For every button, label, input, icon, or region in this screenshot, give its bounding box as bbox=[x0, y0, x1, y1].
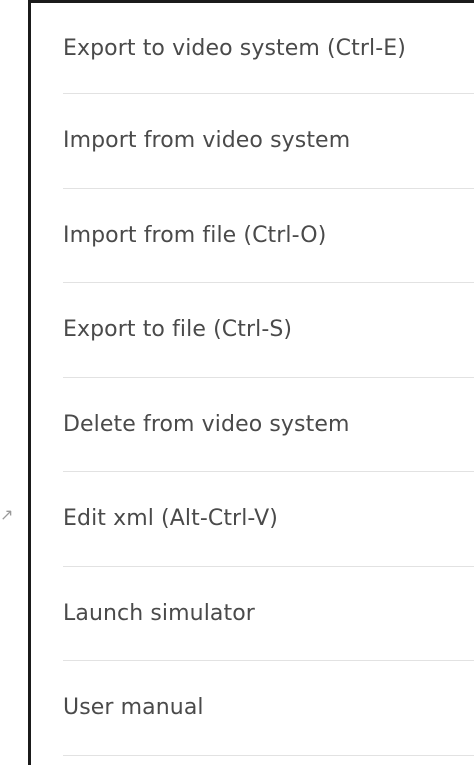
menu-item-label: Export to file (Ctrl-S) bbox=[63, 317, 293, 343]
menu-item-export-to-file[interactable]: Export to file (Ctrl-S) bbox=[63, 283, 474, 378]
menu-item-export-to-video-system[interactable]: Export to video system (Ctrl-E) bbox=[63, 3, 474, 94]
menu-item-label: User manual bbox=[63, 695, 204, 721]
menu-item-import-from-file[interactable]: Import from file (Ctrl-O) bbox=[63, 189, 474, 283]
menu-item-launch-simulator[interactable]: Launch simulator bbox=[63, 567, 474, 661]
pointer-cursor-icon: ↗ bbox=[0, 505, 14, 524]
menu-item-label: Import from file (Ctrl-O) bbox=[63, 222, 327, 248]
menu-item-label: Edit xml (Alt-Ctrl-V) bbox=[63, 506, 278, 532]
menu-item-label: Import from video system bbox=[63, 128, 351, 154]
dropdown-menu: Export to video system (Ctrl-E) Import f… bbox=[28, 0, 474, 765]
menu-item-delete-from-video-system[interactable]: Delete from video system bbox=[63, 378, 474, 472]
menu-item-label: Launch simulator bbox=[63, 600, 255, 626]
menu-item-edit-xml[interactable]: Edit xml (Alt-Ctrl-V) bbox=[63, 472, 474, 567]
menu-item-label: Delete from video system bbox=[63, 411, 350, 437]
menu-item-import-from-video-system[interactable]: Import from video system bbox=[63, 94, 474, 189]
menu-item-user-manual[interactable]: User manual bbox=[63, 661, 474, 756]
menu-item-label: Export to video system (Ctrl-E) bbox=[63, 35, 406, 61]
